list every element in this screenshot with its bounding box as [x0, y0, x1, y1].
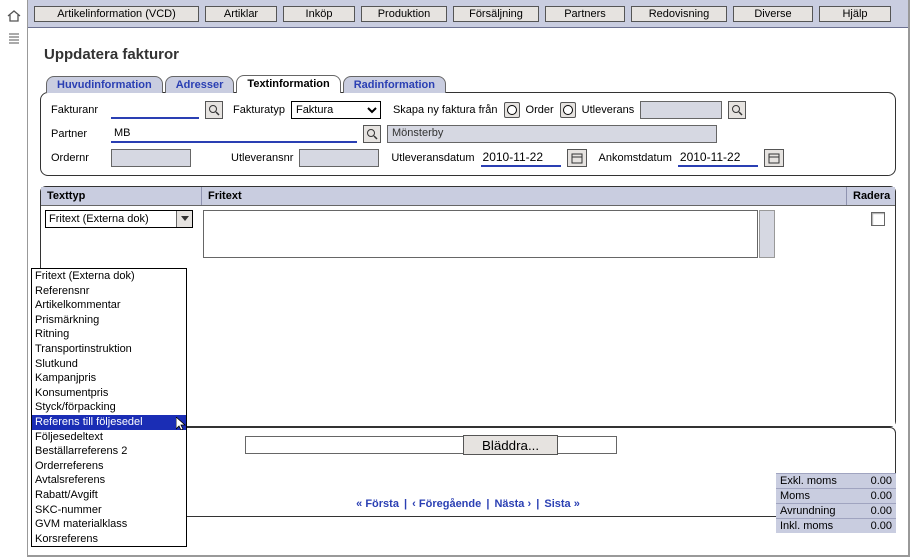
home-icon[interactable]: [7, 10, 21, 22]
form-panel: Fakturanr Fakturatyp Faktura Skapa ny fa…: [40, 92, 896, 176]
tab-adresser[interactable]: Adresser: [165, 76, 235, 93]
browse-button[interactable]: Bläddra...: [463, 435, 558, 455]
pager-last[interactable]: Sista »: [544, 498, 579, 510]
totals-row: Moms0.00: [776, 488, 896, 503]
col-fritext: Fritext: [202, 187, 847, 205]
list-icon[interactable]: [8, 32, 20, 44]
menu-inkp[interactable]: Inköp: [283, 6, 355, 22]
menu-partners[interactable]: Partners: [545, 6, 625, 22]
dropdown-option[interactable]: Beställarreferens 2: [32, 444, 186, 459]
dropdown-option[interactable]: Slutkund: [32, 357, 186, 372]
fakturanr-label: Fakturanr: [51, 104, 105, 116]
from-order-radio[interactable]: [504, 102, 520, 118]
chevron-down-icon[interactable]: [176, 211, 192, 227]
left-rail: [0, 0, 28, 557]
menu-frsljning[interactable]: Försäljning: [453, 6, 539, 22]
dropdown-option[interactable]: Fritext (Externa dok): [32, 269, 186, 284]
utleveransnr-input[interactable]: [299, 149, 379, 167]
dropdown-option[interactable]: Prismärkning: [32, 313, 186, 328]
ankdatum-label: Ankomstdatum: [599, 152, 672, 164]
cursor-icon: [176, 417, 186, 430]
dropdown-option[interactable]: Kampanjpris: [32, 371, 186, 386]
calendar-icon[interactable]: [567, 149, 587, 167]
menu-diverse[interactable]: Diverse: [733, 6, 813, 22]
dropdown-option[interactable]: Referens till följesedel: [32, 415, 186, 430]
utleverans-search-icon[interactable]: [728, 101, 746, 119]
dropdown-option[interactable]: Rabatt/Avgift: [32, 488, 186, 503]
partner-search-icon[interactable]: [363, 125, 381, 143]
dropdown-option[interactable]: Korsreferens: [32, 532, 186, 547]
col-texttyp: Texttyp: [41, 187, 202, 205]
dropdown-option[interactable]: Orderreferens: [32, 459, 186, 474]
ordernr-label: Ordernr: [51, 152, 105, 164]
main-menu-bar: Artikelinformation (VCD) Artiklar Inköp Pro…: [28, 0, 908, 28]
from-utleverans-radio[interactable]: [560, 102, 576, 118]
utleveransnr-label: Utleveransnr: [231, 152, 293, 164]
pager-prev[interactable]: ‹ Föregående: [412, 498, 481, 510]
pager-first[interactable]: « Första: [356, 498, 399, 510]
utlevdatum-label: Utleveransdatum: [391, 152, 474, 164]
utlevdatum-input[interactable]: [481, 149, 561, 167]
totals-row: Inkl. moms0.00: [776, 518, 896, 533]
dropdown-option[interactable]: Ritning: [32, 327, 186, 342]
tab-textinformation[interactable]: Textinformation: [236, 75, 340, 93]
menu-artiklar[interactable]: Artiklar: [205, 6, 277, 22]
dropdown-option[interactable]: Styck/förpacking: [32, 400, 186, 415]
menu-artikelinformationvcd[interactable]: Artikelinformation (VCD): [34, 6, 199, 22]
texttyp-select[interactable]: Fritext (Externa dok): [45, 210, 193, 228]
partner-label: Partner: [51, 128, 105, 140]
texttyp-dropdown-list[interactable]: Fritext (Externa dok)ReferensnrArtikelko…: [31, 268, 187, 547]
dropdown-option[interactable]: Avtalsreferens: [32, 473, 186, 488]
fakturanr-search-icon[interactable]: [205, 101, 223, 119]
texttyp-selected-value: Fritext (Externa dok): [49, 213, 149, 225]
menu-produktion[interactable]: Produktion: [361, 6, 447, 22]
pager-next[interactable]: Nästa ›: [494, 498, 531, 510]
utleverans-ref-input[interactable]: [640, 101, 722, 119]
fakturanr-input[interactable]: [111, 101, 199, 119]
dropdown-option[interactable]: Transportinstruktion: [32, 342, 186, 357]
tab-bar: HuvudinformationAdresserTextinformationR…: [46, 75, 896, 93]
totals-row: Avrundning0.00: [776, 503, 896, 518]
radera-checkbox[interactable]: [871, 212, 885, 226]
calendar-icon[interactable]: [764, 149, 784, 167]
ordernr-input[interactable]: [111, 149, 191, 167]
fakturatyp-select[interactable]: Faktura: [291, 101, 381, 119]
order-label: Order: [526, 104, 554, 116]
totals-row: Exkl. moms0.00: [776, 473, 896, 488]
page-title: Uppdatera fakturor: [44, 46, 896, 63]
file-path-input[interactable]: [245, 436, 617, 454]
totals-box: Exkl. moms0.00Moms0.00Avrundning0.00Inkl…: [776, 473, 896, 533]
ankdatum-input[interactable]: [678, 149, 758, 167]
tab-radinformation[interactable]: Radinformation: [343, 76, 446, 93]
dropdown-option[interactable]: Konsumentpris: [32, 386, 186, 401]
skapa-label: Skapa ny faktura från: [393, 104, 498, 116]
dropdown-option[interactable]: Följesedeltext: [32, 430, 186, 445]
scrollbar[interactable]: [759, 210, 775, 258]
tab-huvudinformation[interactable]: Huvudinformation: [46, 76, 163, 93]
fritext-textarea[interactable]: [203, 210, 758, 258]
utleverans-label: Utleverans: [582, 104, 635, 116]
menu-redovisning[interactable]: Redovisning: [631, 6, 727, 22]
dropdown-option[interactable]: Artikelkommentar: [32, 298, 186, 313]
dropdown-option[interactable]: SKC-nummer: [32, 503, 186, 518]
menu-hjlp[interactable]: Hjälp: [819, 6, 891, 22]
partner-code-input[interactable]: [111, 125, 357, 143]
dropdown-option[interactable]: GVM materialklass: [32, 517, 186, 532]
fakturatyp-label: Fakturatyp: [233, 104, 285, 116]
partner-name-display: Mönsterby: [387, 125, 717, 143]
col-radera: Radera: [847, 187, 895, 205]
dropdown-option[interactable]: Referensnr: [32, 284, 186, 299]
